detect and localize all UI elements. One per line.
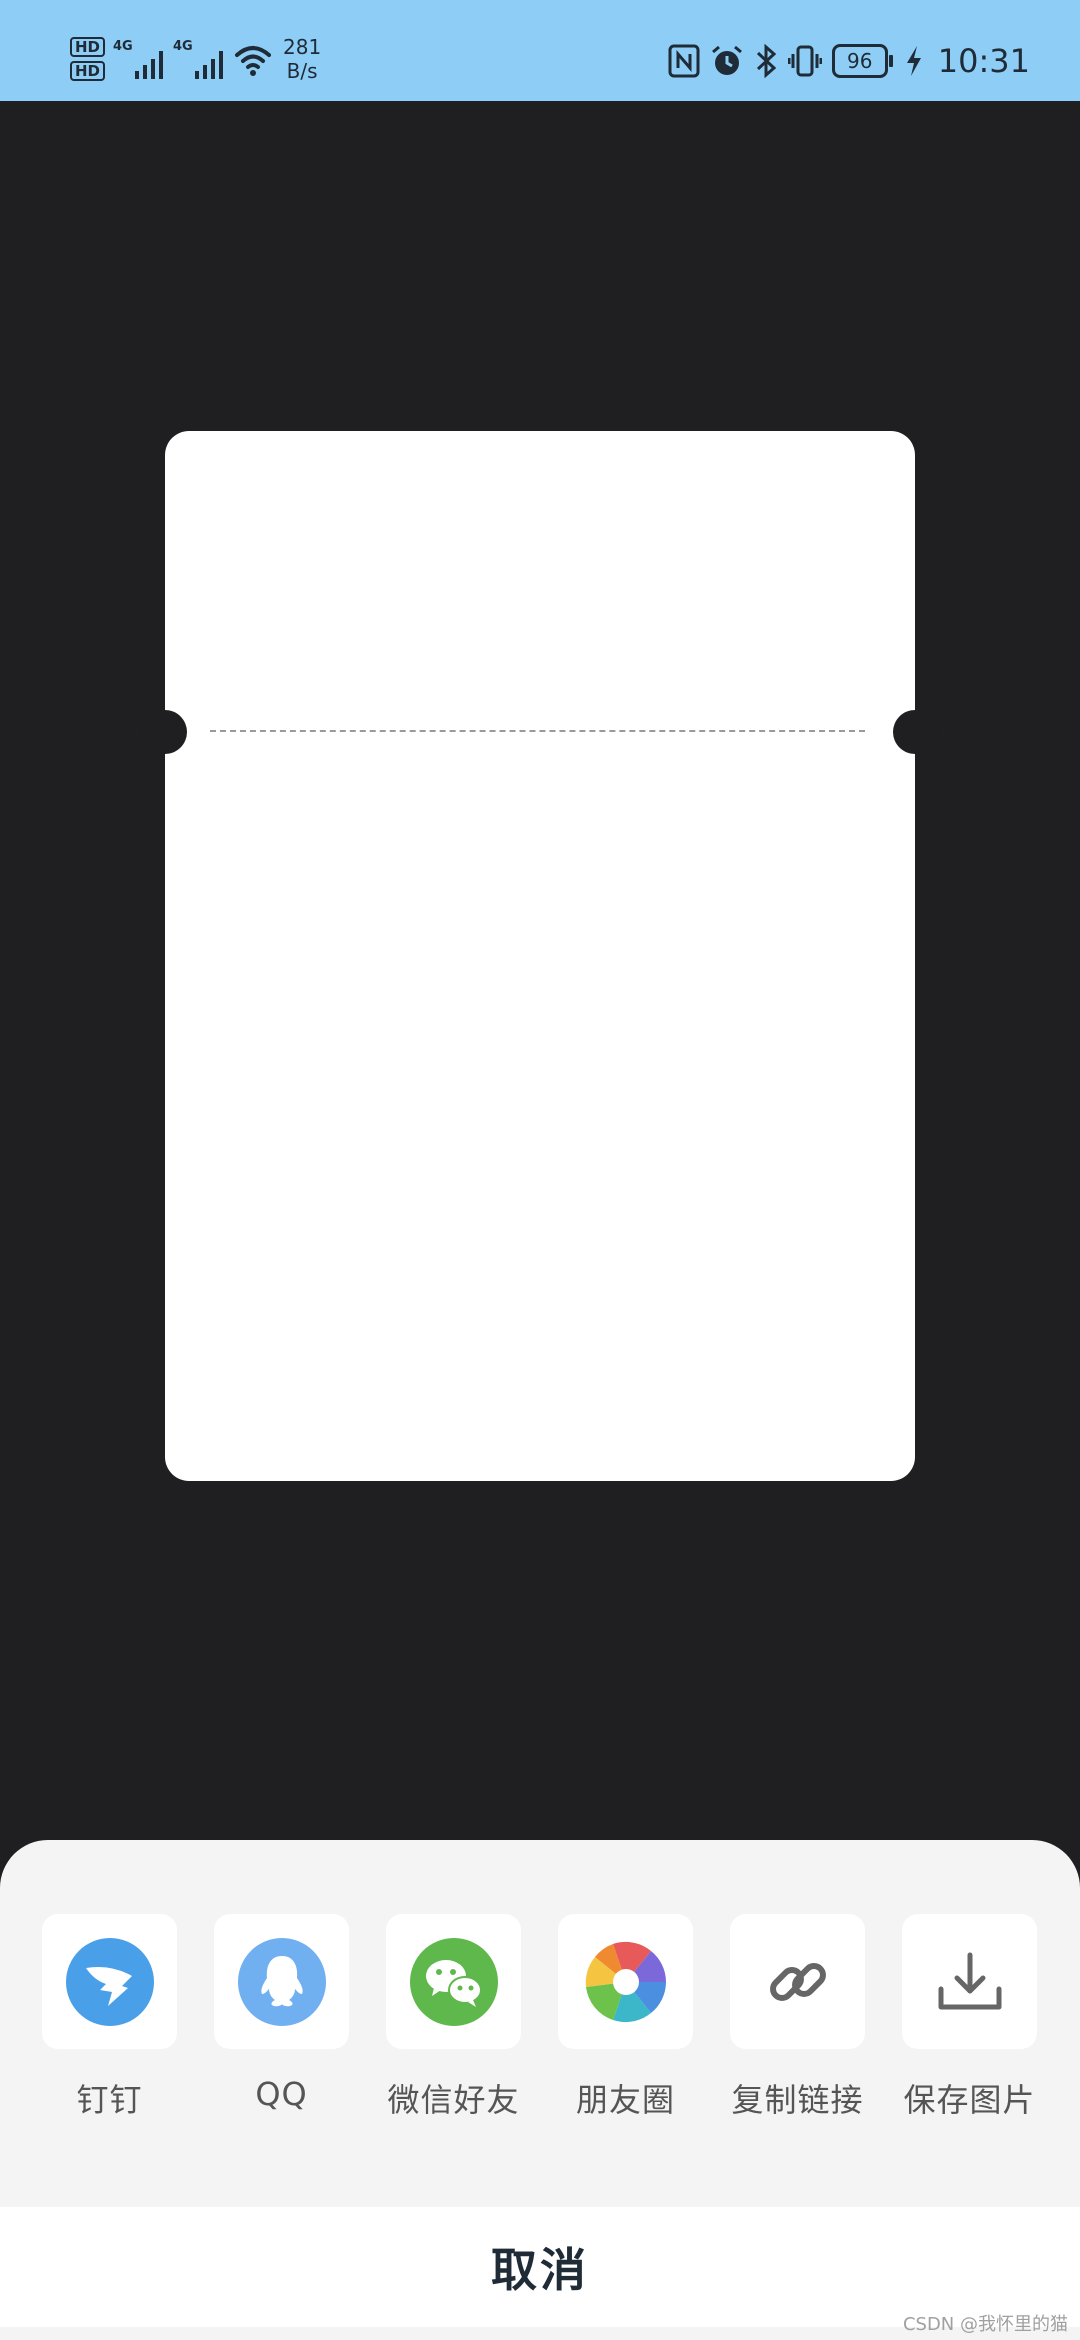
speed-unit: B/s: [286, 59, 318, 83]
share-label: 保存图片: [903, 2081, 1036, 2119]
share-tile[interactable]: [386, 1914, 521, 2049]
bluetooth-icon: [756, 44, 777, 78]
charging-icon: [906, 46, 921, 76]
speed-value: 281: [283, 35, 322, 59]
share-tile[interactable]: [214, 1914, 349, 2049]
wifi-icon: [235, 46, 272, 76]
dingtalk-icon: [65, 1937, 154, 2026]
share-sheet: 钉钉 QQ 微信好友 朋友圈 复制链接 保存图片 取消: [0, 1840, 1080, 2340]
battery-level: 96: [847, 49, 873, 73]
ticket-notch-right: [893, 710, 937, 754]
ticket-card: [143, 431, 937, 1481]
link-icon: [769, 1962, 826, 2001]
ticket-divider: [210, 730, 865, 732]
network-type-1: 4G: [113, 39, 133, 54]
sim1-hd-badge: HD: [70, 37, 106, 57]
download-icon: [938, 1952, 1001, 2009]
network-type-2: 4G: [173, 39, 193, 54]
status-left: HD HD 4G 4G 281 B/s: [70, 30, 321, 88]
share-save-image[interactable]: 保存图片: [902, 1914, 1037, 2121]
share-label: 钉钉: [76, 2081, 143, 2119]
share-moments[interactable]: 朋友圈: [558, 1914, 693, 2121]
cancel-button[interactable]: 取消: [0, 2207, 1080, 2327]
sim-indicators: HD HD: [70, 37, 106, 81]
share-label: 微信好友: [387, 2081, 520, 2119]
signal-bars-icon: [195, 47, 224, 79]
share-label: 复制链接: [731, 2081, 864, 2119]
ticket-notch-left: [143, 710, 187, 754]
network-speed: 281 B/s: [283, 35, 321, 83]
share-tile[interactable]: [730, 1914, 865, 2049]
share-options: 钉钉 QQ 微信好友 朋友圈 复制链接 保存图片: [42, 1914, 1037, 2121]
clock: 10:31: [937, 42, 1030, 80]
share-copy-link[interactable]: 复制链接: [730, 1914, 865, 2121]
battery-icon: 96: [831, 44, 893, 78]
status-right: 96 10:31: [668, 36, 1030, 86]
signal-bars-icon: [135, 47, 164, 79]
qq-icon: [237, 1937, 326, 2026]
share-dingtalk[interactable]: 钉钉: [42, 1914, 177, 2121]
signal-2: 4G: [173, 39, 224, 79]
vibrate-icon: [787, 45, 822, 77]
share-tile[interactable]: [42, 1914, 177, 2049]
watermark: CSDN @我怀里的猫: [902, 2314, 1068, 2335]
status-bar: HD HD 4G 4G 281 B/s 96 10:31: [0, 0, 1080, 101]
moments-icon: [585, 1941, 666, 2022]
share-tile[interactable]: [558, 1914, 693, 2049]
wechat-icon: [409, 1937, 498, 2026]
sim2-hd-badge: HD: [70, 61, 106, 81]
alarm-icon: [711, 45, 742, 75]
share-wechat[interactable]: 微信好友: [386, 1914, 521, 2121]
share-label: QQ: [255, 2075, 308, 2113]
share-tile[interactable]: [902, 1914, 1037, 2049]
cancel-label: 取消: [491, 2243, 589, 2297]
share-qq[interactable]: QQ: [214, 1914, 349, 2121]
signal-1: 4G: [113, 39, 164, 79]
share-label: 朋友圈: [575, 2081, 675, 2119]
nfc-icon: [668, 44, 700, 78]
